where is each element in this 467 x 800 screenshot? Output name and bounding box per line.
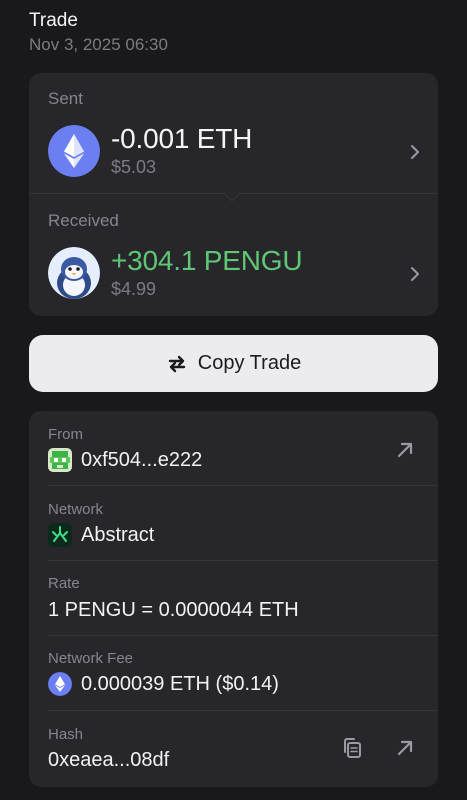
wallet-avatar-icon: [48, 448, 72, 472]
network-value: Abstract: [81, 524, 155, 546]
hash-value[interactable]: 0xeaea...08df: [48, 749, 169, 772]
from-row: From 0xf504...e222: [29, 411, 438, 486]
chevron-down-icon: [223, 184, 241, 202]
external-link-icon[interactable]: [393, 736, 417, 760]
from-label: From: [48, 426, 83, 443]
chevron-right-icon[interactable]: [408, 143, 422, 161]
abstract-network-icon: [48, 523, 72, 547]
trade-timestamp: Nov 3, 2025 06:30: [29, 35, 168, 54]
external-link-icon[interactable]: [393, 438, 417, 462]
sent-amount: -0.001 ETH: [111, 123, 253, 154]
network-fee-label: Network Fee: [48, 650, 134, 667]
hash-row: Hash 0xeaea...08df: [29, 711, 438, 787]
copy-icon[interactable]: [340, 736, 364, 760]
swap-summary-card: Sent -0.001 ETH $5.03 Received +304.1 PE…: [29, 73, 438, 316]
rate-row: Rate 1 PENGU = 0.0000044 ETH: [29, 561, 438, 636]
from-address[interactable]: 0xf504...e222: [81, 449, 202, 472]
swap-arrows-icon: [166, 353, 188, 375]
copy-trade-button[interactable]: Copy Trade: [29, 335, 438, 392]
ethereum-icon: [48, 672, 72, 696]
trade-details-card: From 0xf504...e222 Network Abstract Rate…: [29, 411, 438, 787]
received-label: Received: [48, 211, 119, 230]
hash-label: Hash: [48, 726, 84, 743]
network-fee-row: Network Fee 0.000039 ETH ($0.14): [29, 636, 438, 711]
network-label: Network: [48, 501, 104, 518]
sent-label: Sent: [48, 89, 83, 108]
page-title: Trade: [29, 10, 78, 31]
ethereum-icon: [48, 125, 100, 177]
chevron-right-icon[interactable]: [408, 265, 422, 283]
rate-value: 1 PENGU = 0.0000044 ETH: [48, 599, 299, 621]
copy-trade-label: Copy Trade: [197, 352, 302, 374]
page-header: Trade Nov 3, 2025 06:30: [29, 9, 168, 56]
rate-label: Rate: [48, 575, 80, 592]
sent-usd-value: $5.03: [111, 157, 157, 177]
pengu-token-icon: [48, 247, 100, 299]
network-fee-value: 0.000039 ETH ($0.14): [81, 673, 279, 695]
received-usd-value: $4.99: [111, 279, 157, 299]
received-amount: +304.1 PENGU: [111, 245, 303, 276]
network-row: Network Abstract: [29, 486, 438, 561]
